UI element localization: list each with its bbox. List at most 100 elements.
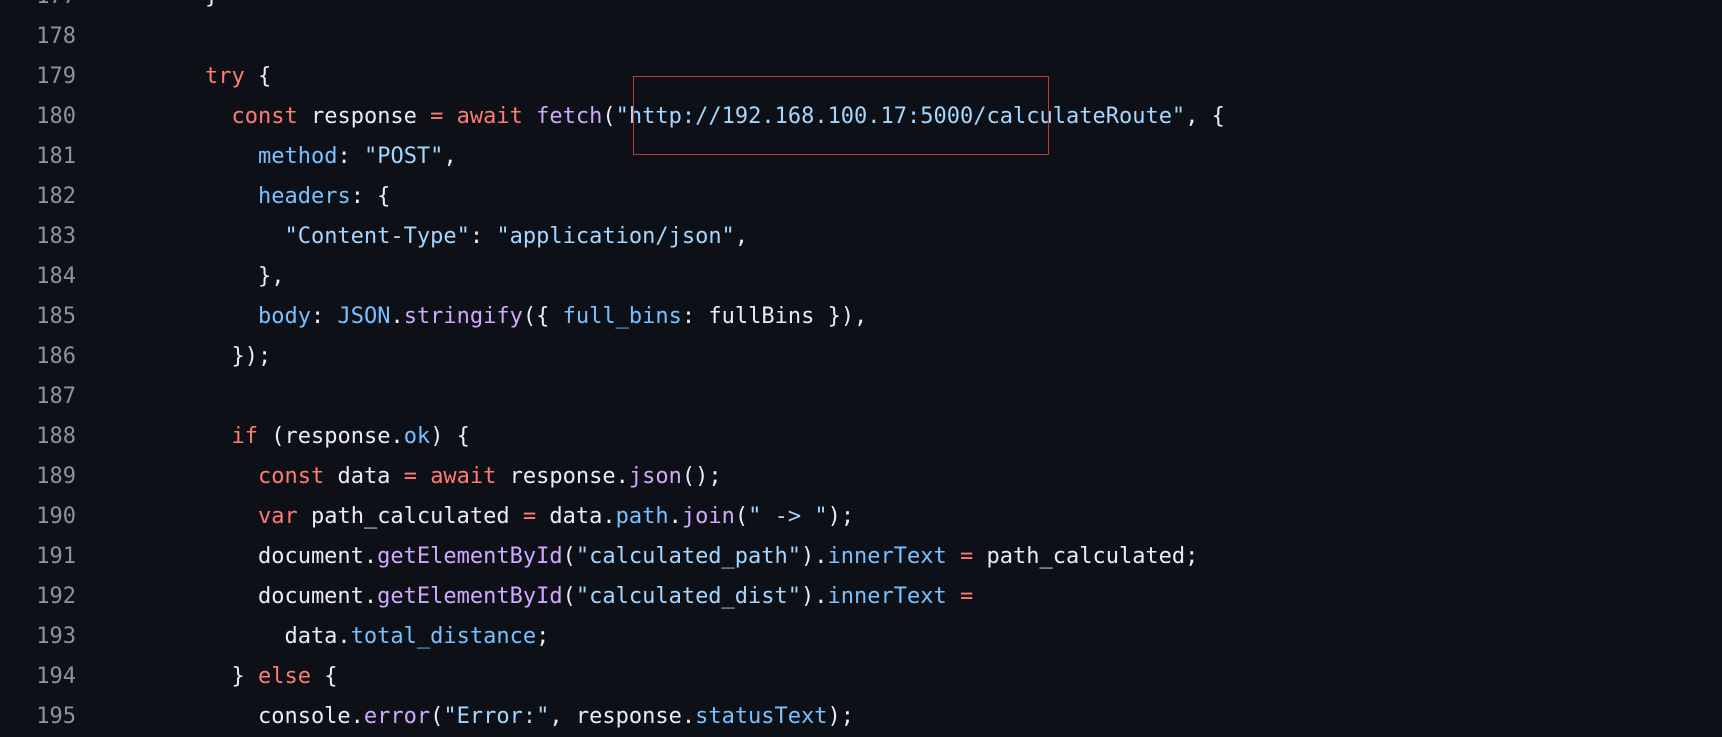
code-text: "Content-Type": "application/json", bbox=[152, 217, 748, 257]
code-token: }, bbox=[152, 264, 285, 289]
line-number: 190 bbox=[36, 504, 76, 529]
code-token: : fullBins }), bbox=[681, 304, 868, 329]
code-token: , { bbox=[1185, 104, 1225, 129]
line-number: 184 bbox=[36, 264, 76, 289]
code-view[interactable]: 177 }178179 try {180 const response = aw… bbox=[0, 0, 1722, 737]
code-token: { bbox=[310, 664, 338, 689]
code-token: : { bbox=[350, 184, 391, 209]
code-token: headers bbox=[257, 184, 351, 209]
code-token: : bbox=[337, 144, 364, 169]
code-token: = bbox=[403, 464, 417, 489]
code-token: ); bbox=[827, 704, 855, 729]
code-line[interactable]: 194 } else { bbox=[0, 657, 1722, 697]
code-line[interactable]: 184 }, bbox=[0, 257, 1722, 297]
line-number: 186 bbox=[36, 344, 76, 369]
code-token: fetch bbox=[536, 104, 603, 129]
code-token: = bbox=[960, 584, 974, 609]
code-line[interactable]: 183 "Content-Type": "application/json", bbox=[0, 217, 1722, 257]
code-token: JSON bbox=[337, 304, 391, 329]
code-token: (response. bbox=[257, 424, 404, 449]
code-line[interactable]: 185 body: JSON.stringify({ full_bins: fu… bbox=[0, 297, 1722, 337]
line-number: 185 bbox=[36, 304, 76, 329]
code-line[interactable]: 180 const response = await fetch("http:/… bbox=[0, 97, 1722, 137]
code-token: "application/json" bbox=[496, 224, 735, 249]
code-token: } bbox=[152, 664, 258, 689]
line-number: 194 bbox=[36, 664, 76, 689]
code-token: getElementById bbox=[377, 544, 563, 569]
code-text: headers: { bbox=[152, 177, 390, 217]
code-line[interactable]: 182 headers: { bbox=[0, 177, 1722, 217]
code-token: innerText bbox=[827, 544, 947, 569]
code-text: try { bbox=[152, 57, 271, 97]
code-line[interactable]: 181 method: "POST", bbox=[0, 137, 1722, 177]
code-token: full_bins bbox=[562, 304, 682, 329]
code-token: . bbox=[668, 504, 682, 529]
code-text: body: JSON.stringify({ full_bins: fullBi… bbox=[152, 297, 867, 337]
code-token: error bbox=[363, 704, 431, 729]
code-token: ( bbox=[430, 704, 444, 729]
code-line[interactable]: 190 var path_calculated = data.path.join… bbox=[0, 497, 1722, 537]
code-token: ( bbox=[734, 504, 749, 529]
code-token: ) { bbox=[430, 424, 470, 449]
code-line[interactable]: 179 try { bbox=[0, 57, 1722, 97]
line-number: 182 bbox=[36, 184, 76, 209]
line-number: 179 bbox=[36, 64, 76, 89]
code-line[interactable]: 178 bbox=[0, 17, 1722, 57]
code-line[interactable]: 187 bbox=[0, 377, 1722, 417]
code-token: json bbox=[628, 464, 682, 489]
code-line[interactable]: 193 data.total_distance; bbox=[0, 617, 1722, 657]
code-token: stringify bbox=[403, 304, 523, 329]
code-token: = bbox=[960, 544, 974, 569]
code-token: response bbox=[297, 104, 431, 129]
code-token: innerText bbox=[827, 584, 947, 609]
line-number: 189 bbox=[36, 464, 76, 489]
code-line[interactable]: 195 console.error("Error:", response.sta… bbox=[0, 697, 1722, 737]
line-number: 177 bbox=[0, 0, 76, 17]
code-token: data. bbox=[536, 504, 616, 529]
code-token: (); bbox=[681, 464, 722, 489]
code-token: . bbox=[390, 304, 404, 329]
code-text: if (response.ok) { bbox=[152, 417, 470, 457]
code-token: , bbox=[734, 224, 749, 249]
line-number: 188 bbox=[36, 424, 76, 449]
code-text: const response = await fetch("http://192… bbox=[152, 97, 1225, 137]
code-text: method: "POST", bbox=[152, 137, 457, 177]
code-token: statusText bbox=[695, 704, 828, 729]
code-token: body bbox=[257, 304, 311, 329]
code-text: } bbox=[152, 0, 218, 17]
code-line[interactable]: 191 document.getElementById("calculated_… bbox=[0, 537, 1722, 577]
code-text: document.getElementById("calculated_path… bbox=[152, 537, 1198, 577]
code-token: const bbox=[257, 464, 325, 489]
code-token: = bbox=[430, 104, 444, 129]
code-token: ). bbox=[801, 544, 828, 569]
line-number: 195 bbox=[36, 704, 76, 729]
code-token: path_calculated; bbox=[973, 544, 1199, 569]
code-token: } bbox=[152, 0, 218, 9]
code-token: data bbox=[324, 464, 404, 489]
code-token: : bbox=[469, 224, 497, 249]
code-token: }); bbox=[152, 344, 272, 369]
code-text: var path_calculated = data.path.join(" -… bbox=[152, 497, 854, 537]
code-line[interactable]: 192 document.getElementById("calculated_… bbox=[0, 577, 1722, 617]
code-token: await bbox=[430, 464, 497, 489]
code-line[interactable]: 189 const data = await response.json(); bbox=[0, 457, 1722, 497]
code-line[interactable]: 177 } bbox=[0, 0, 1722, 17]
code-token: , response. bbox=[549, 704, 696, 729]
code-token: "POST" bbox=[363, 144, 444, 169]
code-line[interactable]: 188 if (response.ok) { bbox=[0, 417, 1722, 457]
code-token: "http://192.168.100.17:5000/calculateRou… bbox=[615, 104, 1186, 129]
code-token: await bbox=[456, 104, 523, 129]
code-line[interactable]: 186 }); bbox=[0, 337, 1722, 377]
